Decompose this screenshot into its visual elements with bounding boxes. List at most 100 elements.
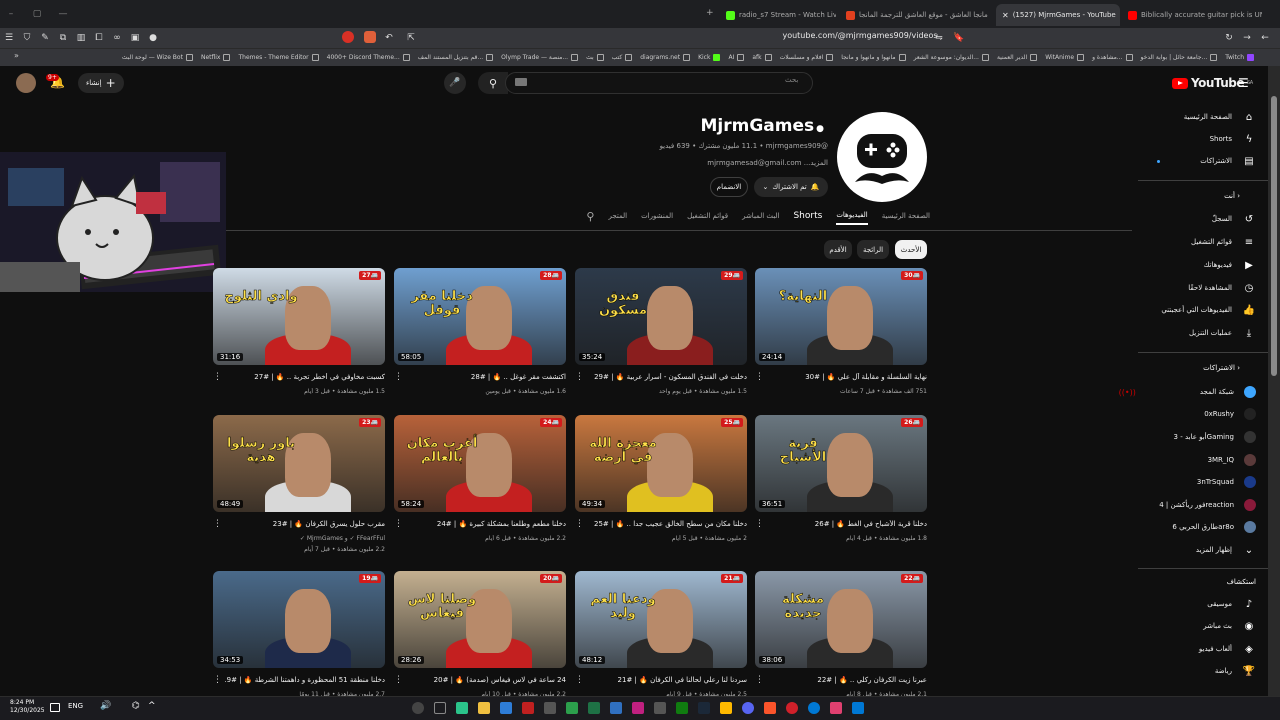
video-thumbnail[interactable]: ودعنا العم وليد 21🚐 48:12 — [575, 571, 747, 668]
more-options-icon[interactable]: ⋮ — [575, 519, 584, 529]
word-icon[interactable] — [500, 702, 512, 714]
video-card[interactable]: فندق مسكون 29🚐 35:24 ⋮ دخلت في الفندق المسكو… — [575, 268, 747, 408]
more-options-icon[interactable]: ⋮ — [575, 675, 584, 685]
sidebar-item-playlists[interactable]: قوائم التشغيل ≡ — [1138, 231, 1268, 253]
bookmark-item[interactable]: افلام و مسلسلات — [780, 54, 834, 61]
app-icon[interactable] — [544, 702, 556, 714]
file-explorer-icon[interactable] — [478, 702, 490, 714]
sidebar-show-more[interactable]: إظهار المزيد ⌄ — [1138, 539, 1268, 561]
sidebar-section-subscriptions[interactable]: الاشتراكات › — [1138, 364, 1268, 372]
excel-icon[interactable] — [588, 702, 600, 714]
sidebar-item-shorts[interactable]: Shorts ϟ — [1138, 128, 1268, 150]
video-card[interactable]: 19🚐 34:53 ⋮ دخلنا منطقة 51 المحظورة و داهمت… — [213, 571, 385, 711]
search-input[interactable] — [505, 72, 813, 94]
scrollbar-thumb[interactable] — [1271, 96, 1277, 376]
create-button[interactable]: إنشاء + — [78, 73, 124, 93]
video-card[interactable]: ودعنا العم وليد 21🚐 48:12 ⋮ سردنا لنا رعلي ل… — [575, 571, 747, 711]
browser-tab-active[interactable]: ✕ (1527) MjrmGames - YouTube — [996, 4, 1120, 26]
search-button[interactable]: ⚲ — [478, 72, 508, 94]
video-card[interactable]: أغرب مكان بالعالم 24🚐 58:24 ⋮ دخلنا مطعم وطل… — [394, 415, 566, 555]
bookmark-item[interactable]: afk — [752, 54, 772, 61]
video-title[interactable]: اكتشفت مقر غوغل .. 🔥 | #28 — [406, 373, 566, 381]
sidebar-item-liked[interactable]: الفيديوهات التي أعجبتني 👍 — [1138, 299, 1268, 321]
sidebar-item-subscriptions[interactable]: الاشتراكات ▤ — [1138, 150, 1268, 172]
bookmark-item[interactable]: لوحة البث — Wize Bot — [122, 54, 193, 61]
wallet-icon[interactable]: ▣ — [126, 33, 144, 43]
video-thumbnail[interactable]: وصلنا لاس فيغاس 20🚐 28:26 — [394, 571, 566, 668]
app-icon[interactable] — [522, 702, 534, 714]
back-icon[interactable]: ⇱ — [402, 33, 420, 43]
bookmark-item[interactable]: جامعة حائل | بوابة الدخو... — [1141, 54, 1218, 61]
tray-overflow-icon[interactable]: ^ — [148, 701, 156, 711]
refresh-icon[interactable]: ↻ — [1220, 33, 1238, 43]
video-thumbnail[interactable]: قرية الأشباح 26🚐 36:51 — [755, 415, 927, 512]
video-card[interactable]: دخلنا مقر قوقل 28🚐 58:05 ⋮ اكتشفت مقر غوغل .… — [394, 268, 566, 408]
video-title[interactable]: عبرنا زيت الكرفان ركلي .. 🔥 | #22 — [767, 676, 927, 684]
app-icon[interactable] — [566, 702, 578, 714]
video-card[interactable]: معجزة الله في أرضه 25🚐 49:34 ⋮ دخلنا مكان من… — [575, 415, 747, 555]
restore-icon[interactable]: ▢ — [26, 9, 48, 19]
more-options-icon[interactable]: ⋮ — [755, 519, 764, 529]
tab-live[interactable]: البث المباشر — [742, 212, 779, 224]
menu-icon[interactable]: ☰ — [1238, 76, 1249, 90]
video-title[interactable]: دخلت في الفندق المسكون - أسرار عربية 🔥 |… — [587, 373, 747, 381]
video-thumbnail[interactable]: أغرب مكان بالعالم 24🚐 58:24 — [394, 415, 566, 512]
tab-shorts[interactable]: Shorts — [793, 211, 822, 225]
subscribed-button[interactable]: ⌄ تم الاشتراك 🔔 — [754, 177, 828, 197]
tab-store[interactable]: المتجر — [608, 212, 627, 224]
windows-start-icon[interactable] — [852, 702, 864, 714]
brave-icon[interactable] — [764, 702, 776, 714]
channel-avatar[interactable] — [837, 112, 927, 202]
join-button[interactable]: الانضمام — [710, 177, 748, 197]
bookmarks-overflow-icon[interactable]: » — [14, 51, 19, 60]
obs-icon[interactable] — [412, 702, 424, 714]
channel-description[interactable]: mjrmgamesad@gmail.com ...المزيد — [560, 159, 828, 167]
video-thumbnail[interactable]: 19🚐 34:53 — [213, 571, 385, 668]
more-options-icon[interactable]: ⋮ — [394, 519, 403, 529]
forward-icon[interactable]: → — [1238, 33, 1256, 43]
chat-icon[interactable] — [456, 702, 468, 714]
video-title[interactable]: مقرب حلول يسرق الكرفان 🔥 | #23 — [225, 520, 385, 528]
more-options-icon[interactable]: ⋮ — [394, 675, 403, 685]
sidebar-item-live[interactable]: بث مباشر ◉ — [1138, 615, 1268, 637]
video-card[interactable]: النهاية؟ 30🚐 24:14 ⋮ نهاية السلسلة و مقابلة … — [755, 268, 927, 408]
bookmark-item[interactable]: الديوان: موسوعة الشعر... — [914, 54, 989, 61]
vpn-icon[interactable]: ∞ — [108, 33, 126, 43]
channel-search-icon[interactable]: ⚲ — [586, 210, 594, 227]
sidebar-sub-item[interactable]: 3nTrSquad — [1138, 471, 1268, 493]
sidebar-sub-item[interactable]: 0xRushy — [1138, 403, 1268, 425]
browser-tab[interactable]: مانجا العاشق - موقع العاشق للترجمة المان… — [840, 4, 990, 26]
video-title[interactable]: دخلنا قرية الأشباح في الغط 🔥 | #26 — [767, 520, 927, 528]
video-title[interactable]: دخلنا مطعم وطلعنا بمشكلة كبيرة 🔥 | #24 — [406, 520, 566, 528]
close-window-icon[interactable]: — — [52, 9, 74, 19]
app-icon[interactable] — [654, 702, 666, 714]
steam-icon[interactable] — [698, 702, 710, 714]
video-thumbnail[interactable]: مشكلة جديدة 22🚐 38:06 — [755, 571, 927, 668]
app-icon[interactable] — [830, 702, 842, 714]
more-options-icon[interactable]: ⋮ — [575, 372, 584, 382]
bookmark-item[interactable]: مانهوا و مانهوا و مانجا — [841, 54, 906, 61]
more-options-icon[interactable]: ⋮ — [213, 372, 222, 382]
sidebar-section-you[interactable]: أنت › — [1138, 192, 1268, 200]
bookmark-icon[interactable]: 🔖 — [950, 33, 968, 43]
sidebar-item-music[interactable]: موسيقى ♪ — [1138, 593, 1268, 615]
video-thumbnail[interactable]: باور رسلوا هدية 23🚐 48:49 — [213, 415, 385, 512]
sidebar-sub-item[interactable]: 3MR_IQ — [1138, 449, 1268, 471]
video-thumbnail[interactable]: معجزة الله في أرضه 25🚐 49:34 — [575, 415, 747, 512]
bookmark-item[interactable]: diagrams.net — [640, 54, 691, 61]
bookmark-item[interactable]: بث — [586, 54, 604, 61]
bookmark-item[interactable]: قم بتنزيل المستند المف... — [418, 54, 494, 61]
voice-search-button[interactable]: 🎤 — [444, 72, 466, 94]
more-options-icon[interactable]: ⋮ — [755, 675, 764, 685]
chip-latest[interactable]: الأحدث — [895, 240, 927, 259]
bookmark-item[interactable]: Twitch — [1225, 54, 1254, 61]
sidebar-item-downloads[interactable]: عمليات التنزيل ⤓ — [1138, 322, 1268, 344]
bookmark-item[interactable]: Themes - Theme Editor — [238, 54, 319, 61]
video-card[interactable]: باور رسلوا هدية 23🚐 48:49 ⋮ مقرب حلول يسرق ا… — [213, 415, 385, 555]
tab-playlists[interactable]: قوائم التشغيل — [687, 212, 728, 224]
bookmark-item[interactable]: 4000+ Discord Theme... — [327, 54, 410, 61]
video-title[interactable]: دخلنا مكان من سطح الخالق عجيب جدا .. 🔥 |… — [587, 520, 747, 528]
avatar[interactable] — [16, 73, 36, 93]
app-icon[interactable] — [632, 702, 644, 714]
video-thumbnail[interactable]: النهاية؟ 30🚐 24:14 — [755, 268, 927, 365]
